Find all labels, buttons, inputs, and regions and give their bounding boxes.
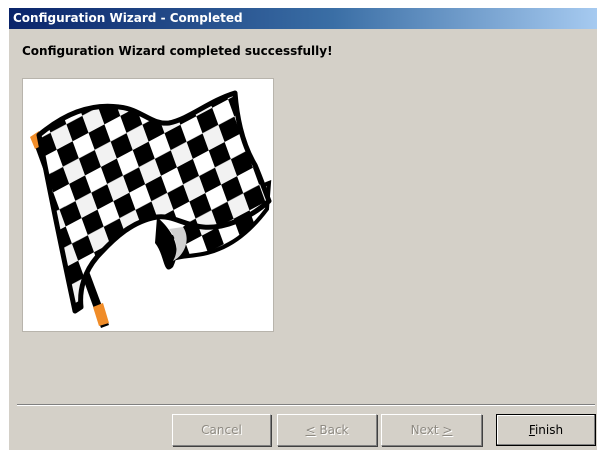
finish-label: inish bbox=[534, 423, 564, 437]
completion-heading: Configuration Wizard completed successfu… bbox=[22, 44, 333, 58]
next-button[interactable]: Next > bbox=[381, 414, 482, 446]
title-bar[interactable]: Configuration Wizard - Completed bbox=[9, 8, 597, 29]
window-title: Configuration Wizard - Completed bbox=[13, 11, 243, 25]
cancel-button[interactable]: Cancel bbox=[172, 414, 271, 446]
finish-button[interactable]: Finish bbox=[496, 414, 596, 446]
checkered-flag-icon bbox=[30, 90, 272, 328]
cancel-label: Cancel bbox=[201, 423, 242, 437]
back-button[interactable]: < Back bbox=[277, 414, 377, 446]
back-label: Back bbox=[315, 423, 349, 437]
next-label: Next bbox=[410, 423, 443, 437]
footer-separator bbox=[17, 404, 595, 406]
checkered-flag-image bbox=[22, 78, 274, 332]
back-mnemonic: < bbox=[305, 423, 316, 437]
next-mnemonic: > bbox=[442, 423, 453, 437]
wizard-window: Configuration Wizard - Completed Configu… bbox=[9, 8, 597, 450]
